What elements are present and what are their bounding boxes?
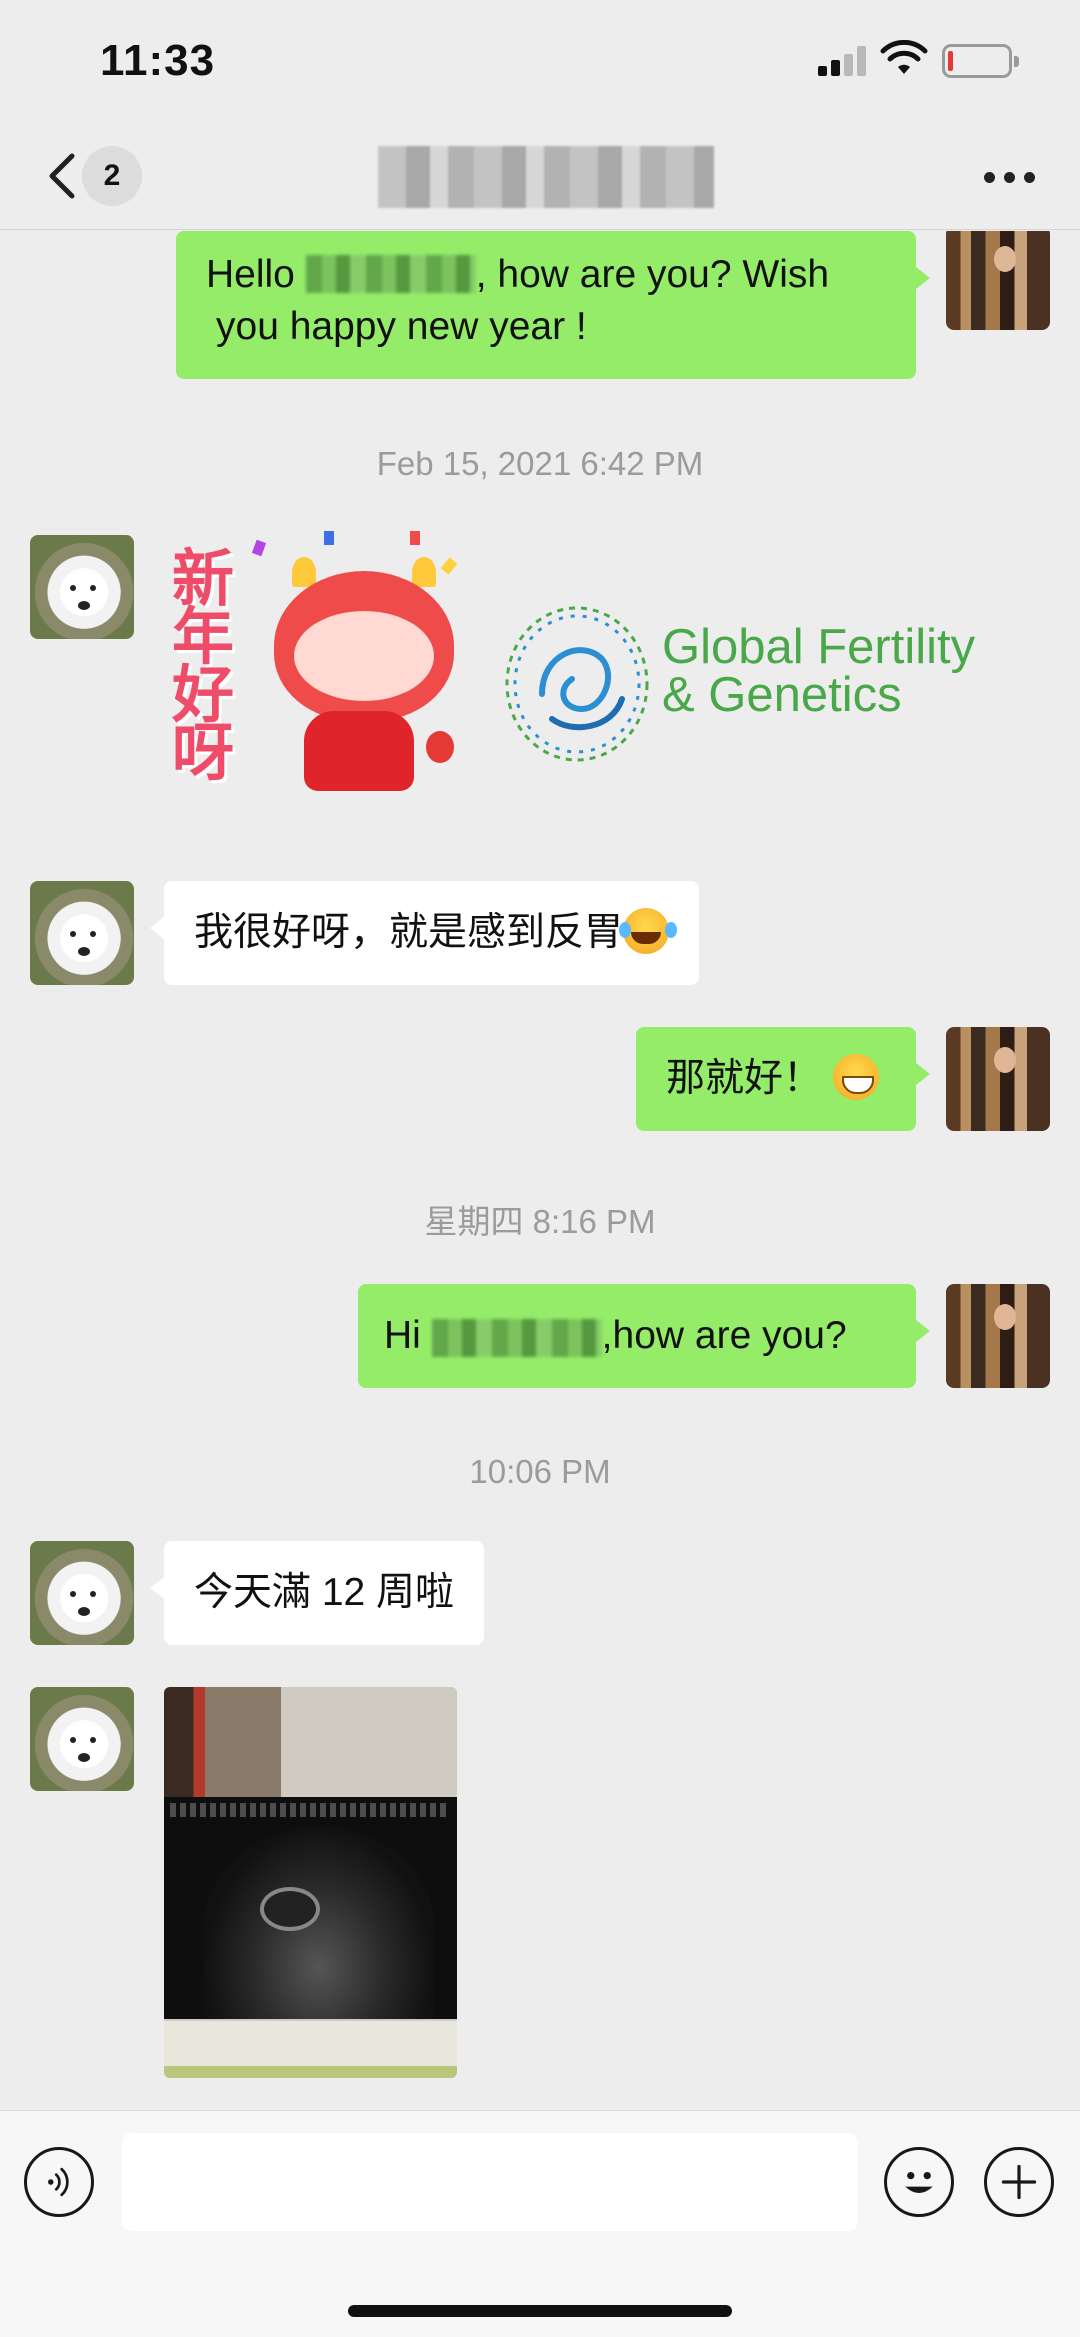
message-text: you happy new year ! — [216, 305, 587, 348]
ox-horn-left — [292, 557, 316, 587]
dna-ring-icon — [505, 606, 649, 762]
ox-suit — [304, 711, 414, 791]
input-bar — [0, 2110, 1080, 2337]
chat-header: 2 — [0, 120, 1080, 230]
more-dots-icon[interactable] — [984, 172, 1036, 184]
contact-avatar[interactable] — [30, 535, 134, 639]
ox-horn-right — [412, 557, 436, 587]
redacted-name — [431, 1318, 602, 1357]
message-text: ,how are you? — [601, 1314, 847, 1357]
logo-line-1: Global Fertility — [662, 620, 976, 674]
message-text: , how are you? Wish — [475, 253, 830, 296]
logo-line-2: & Genetics — [662, 668, 902, 722]
message-bubble-sent[interactable]: Hi ,how are you? — [358, 1284, 930, 1388]
timestamp: 星期四 8:16 PM — [424, 1203, 656, 1240]
clock: 11:33 — [100, 36, 216, 85]
message-list[interactable]: Hello , how are you? Wish you happy new … — [0, 231, 1080, 2110]
confetti — [410, 531, 420, 545]
voice-icon[interactable] — [24, 2147, 94, 2217]
grinning-sweat-emoji — [832, 1053, 879, 1100]
global-fertility-logo: Global Fertility & Genetics — [502, 599, 982, 769]
confetti — [324, 531, 334, 545]
contact-avatar[interactable] — [30, 881, 134, 985]
sticker-text: 新年好呀 — [172, 545, 235, 788]
ultrasound-photo[interactable] — [164, 1687, 457, 2078]
message-bubble-sent[interactable]: 那就好！ — [636, 1027, 930, 1131]
message-bubble-received[interactable]: 今天滿 12 周啦 — [149, 1541, 485, 1645]
message-text: Hi — [384, 1314, 432, 1357]
logo-text: Global Fertility & Genetics — [662, 620, 976, 722]
message-text: 我很好呀，就是感到反胃 — [194, 911, 624, 954]
contact-avatar[interactable] — [30, 1541, 134, 1645]
my-avatar[interactable] — [946, 1284, 1050, 1388]
photo-background — [164, 1687, 457, 1797]
message-bubble-received[interactable]: 我很好呀，就是感到反胃 — [149, 881, 700, 985]
contact-avatar[interactable] — [30, 1687, 134, 1791]
cellular-signal-icon — [818, 46, 868, 76]
smiley-icon[interactable] — [884, 2147, 954, 2217]
timestamp: Feb 15, 2021 6:42 PM — [376, 445, 704, 482]
timestamp: 10:06 PM — [469, 1453, 611, 1490]
chat-title-redacted — [378, 146, 714, 208]
ultrasound-scan — [164, 1797, 457, 2027]
wifi-icon — [880, 40, 928, 74]
status-bar: 11:33 — [0, 0, 1080, 120]
unread-count-badge[interactable]: 2 — [82, 146, 142, 206]
message-text: 今天滿 12 周啦 — [194, 1571, 455, 1614]
message-input[interactable] — [122, 2133, 858, 2231]
battery-low-icon — [942, 44, 1019, 78]
lantern-icon — [426, 731, 454, 763]
message-text: 那就好！ — [666, 1057, 823, 1100]
my-avatar[interactable] — [946, 1027, 1050, 1131]
ox-face — [294, 611, 434, 701]
message-bubble-sent[interactable]: Hello , how are you? Wish you happy new … — [176, 231, 930, 379]
message-text: Hello — [206, 253, 306, 296]
my-avatar[interactable] — [946, 231, 1050, 330]
confetti — [440, 557, 458, 575]
tears-of-joy-emoji — [619, 907, 670, 954]
home-indicator — [348, 2305, 732, 2317]
photo-paper-edge — [164, 2019, 457, 2078]
redacted-name — [305, 254, 476, 293]
plus-icon[interactable] — [984, 2147, 1054, 2217]
confetti — [251, 539, 267, 557]
new-year-ox-sticker[interactable]: 新年好呀 — [164, 531, 484, 821]
